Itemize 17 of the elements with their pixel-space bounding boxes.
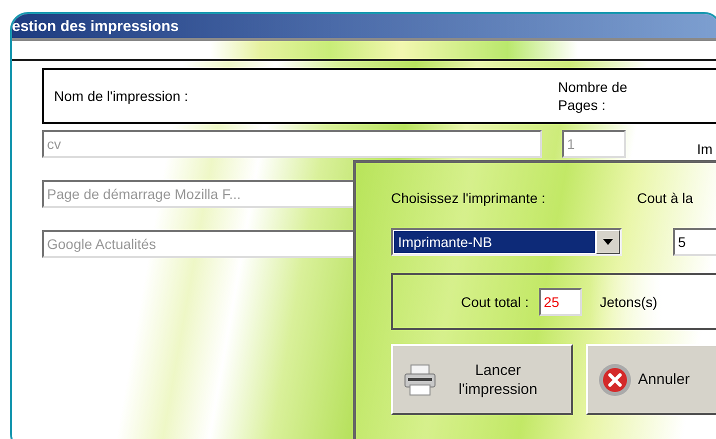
printer-icon <box>403 362 437 396</box>
cancel-icon <box>598 362 632 396</box>
column-header: Nom de l'impression : <box>54 88 190 104</box>
column-text: Im <box>697 141 713 157</box>
total-label: Cout total : <box>461 294 529 310</box>
cost-label: Cout à la <box>637 190 694 206</box>
cost-per-page-field[interactable]: 5 <box>673 228 716 256</box>
page-count-field[interactable]: 1 <box>562 130 626 158</box>
total-field[interactable]: 25 <box>538 288 582 316</box>
print-button[interactable]: Lancer l'impression <box>391 344 573 415</box>
window-title: estion des impressions <box>12 14 716 41</box>
caret-icon <box>603 239 613 245</box>
column-header: Nombre de Pages : <box>558 78 628 114</box>
job-name-field[interactable]: cv <box>42 130 542 158</box>
cancel-button[interactable]: Annuler <box>586 344 716 415</box>
printer-dropdown[interactable]: Imprimante-NB <box>391 228 622 256</box>
unit-label: Jetons(s) <box>600 294 658 310</box>
